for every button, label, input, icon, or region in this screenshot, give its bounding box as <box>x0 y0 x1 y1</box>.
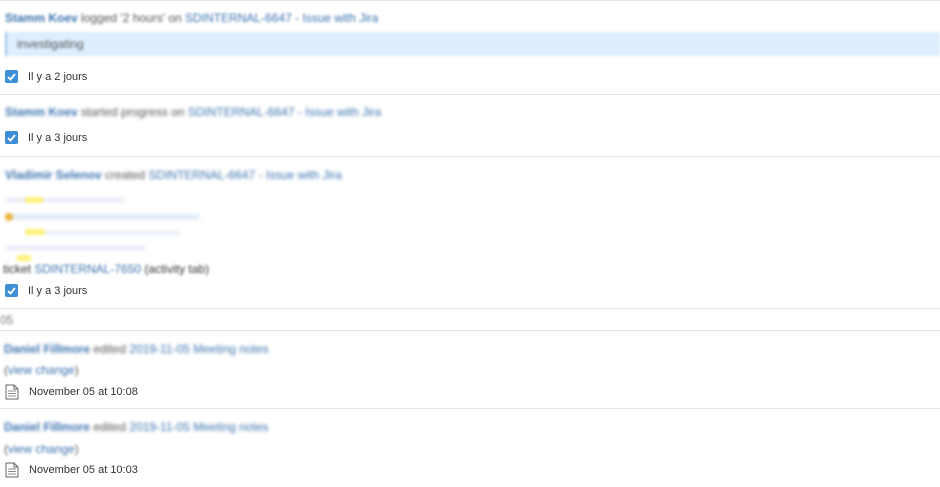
document-icon <box>5 384 19 400</box>
day-separator: 05 <box>0 309 940 331</box>
activity-header: Stamm Koev logged '2 hours' on SDINTERNA… <box>5 11 378 25</box>
activity-verb: logged '2 hours' on <box>77 11 186 25</box>
activity-verb: edited <box>90 342 130 356</box>
checkbox-checked-icon[interactable] <box>5 131 18 144</box>
document-icon <box>5 462 19 478</box>
activity-header: Stamm Koev started progress on SDINTERNA… <box>5 105 381 119</box>
user-link[interactable]: Vladimir Selenov <box>5 168 102 182</box>
activity-meta: Il y a 3 jours <box>5 284 87 297</box>
activity-header: Daniel Fillmore edited 2019-11-05 Meetin… <box>4 420 269 434</box>
activity-verb: created <box>101 168 149 182</box>
timestamp: Il y a 3 jours <box>28 131 88 144</box>
issue-link[interactable]: SDINTERNAL-6647 - Issue with Jira <box>148 168 341 182</box>
page-link[interactable]: 2019-11-05 Meeting notes <box>129 420 268 434</box>
activity-item: Stamm Koev logged '2 hours' on SDINTERNA… <box>0 0 940 95</box>
user-link[interactable]: Stamm Koev <box>5 105 78 119</box>
timestamp: November 05 at 10:03 <box>29 464 138 476</box>
activity-meta: Il y a 3 jours <box>5 131 87 144</box>
view-change-wrapper: (view change) <box>4 442 79 456</box>
activity-item: Stamm Koev started progress on SDINTERNA… <box>0 95 940 157</box>
timestamp: Il y a 2 jours <box>28 70 88 83</box>
activity-verb: started progress on <box>77 105 188 119</box>
day-label: 05 <box>0 313 14 327</box>
ticket-reference: ticket SDINTERNAL-7650 (activity tab) <box>3 262 209 276</box>
activity-header: Vladimir Selenov created SDINTERNAL-6647… <box>5 168 342 182</box>
user-link[interactable]: Daniel Fillmore <box>4 420 90 434</box>
worklog-comment: investigating <box>5 32 940 56</box>
activity-item: Daniel Fillmore edited 2019-11-05 Meetin… <box>0 409 940 487</box>
issue-link[interactable]: SDINTERNAL-6647 - Issue with Jira <box>185 11 378 25</box>
ticket-suffix: (activity tab) <box>141 262 210 276</box>
checkbox-checked-icon[interactable] <box>5 284 18 297</box>
activity-meta: Il y a 2 jours <box>5 70 87 83</box>
activity-meta: November 05 at 10:03 <box>5 462 138 478</box>
view-change-wrapper: (view change) <box>4 363 79 377</box>
activity-header: Daniel Fillmore edited 2019-11-05 Meetin… <box>4 342 269 356</box>
activity-item: Vladimir Selenov created SDINTERNAL-6647… <box>0 157 940 309</box>
activity-item: Daniel Fillmore edited 2019-11-05 Meetin… <box>0 331 940 409</box>
view-change-link[interactable]: view change <box>8 363 75 377</box>
activity-stream: Stamm Koev logged '2 hours' on SDINTERNA… <box>0 0 940 487</box>
ticket-link[interactable]: SDINTERNAL-7650 <box>34 262 141 276</box>
timestamp: November 05 at 10:08 <box>29 386 138 398</box>
user-link[interactable]: Daniel Fillmore <box>4 342 90 356</box>
activity-meta: November 05 at 10:08 <box>5 384 138 400</box>
timestamp: Il y a 3 jours <box>28 284 88 297</box>
issue-preview <box>5 193 225 263</box>
view-change-link[interactable]: view change <box>8 442 75 456</box>
page-link[interactable]: 2019-11-05 Meeting notes <box>129 342 268 356</box>
checkbox-checked-icon[interactable] <box>5 70 18 83</box>
activity-verb: edited <box>90 420 130 434</box>
user-link[interactable]: Stamm Koev <box>5 11 78 25</box>
ticket-prefix: ticket <box>3 262 35 276</box>
issue-link[interactable]: SDINTERNAL-6647 - Issue with Jira <box>188 105 381 119</box>
